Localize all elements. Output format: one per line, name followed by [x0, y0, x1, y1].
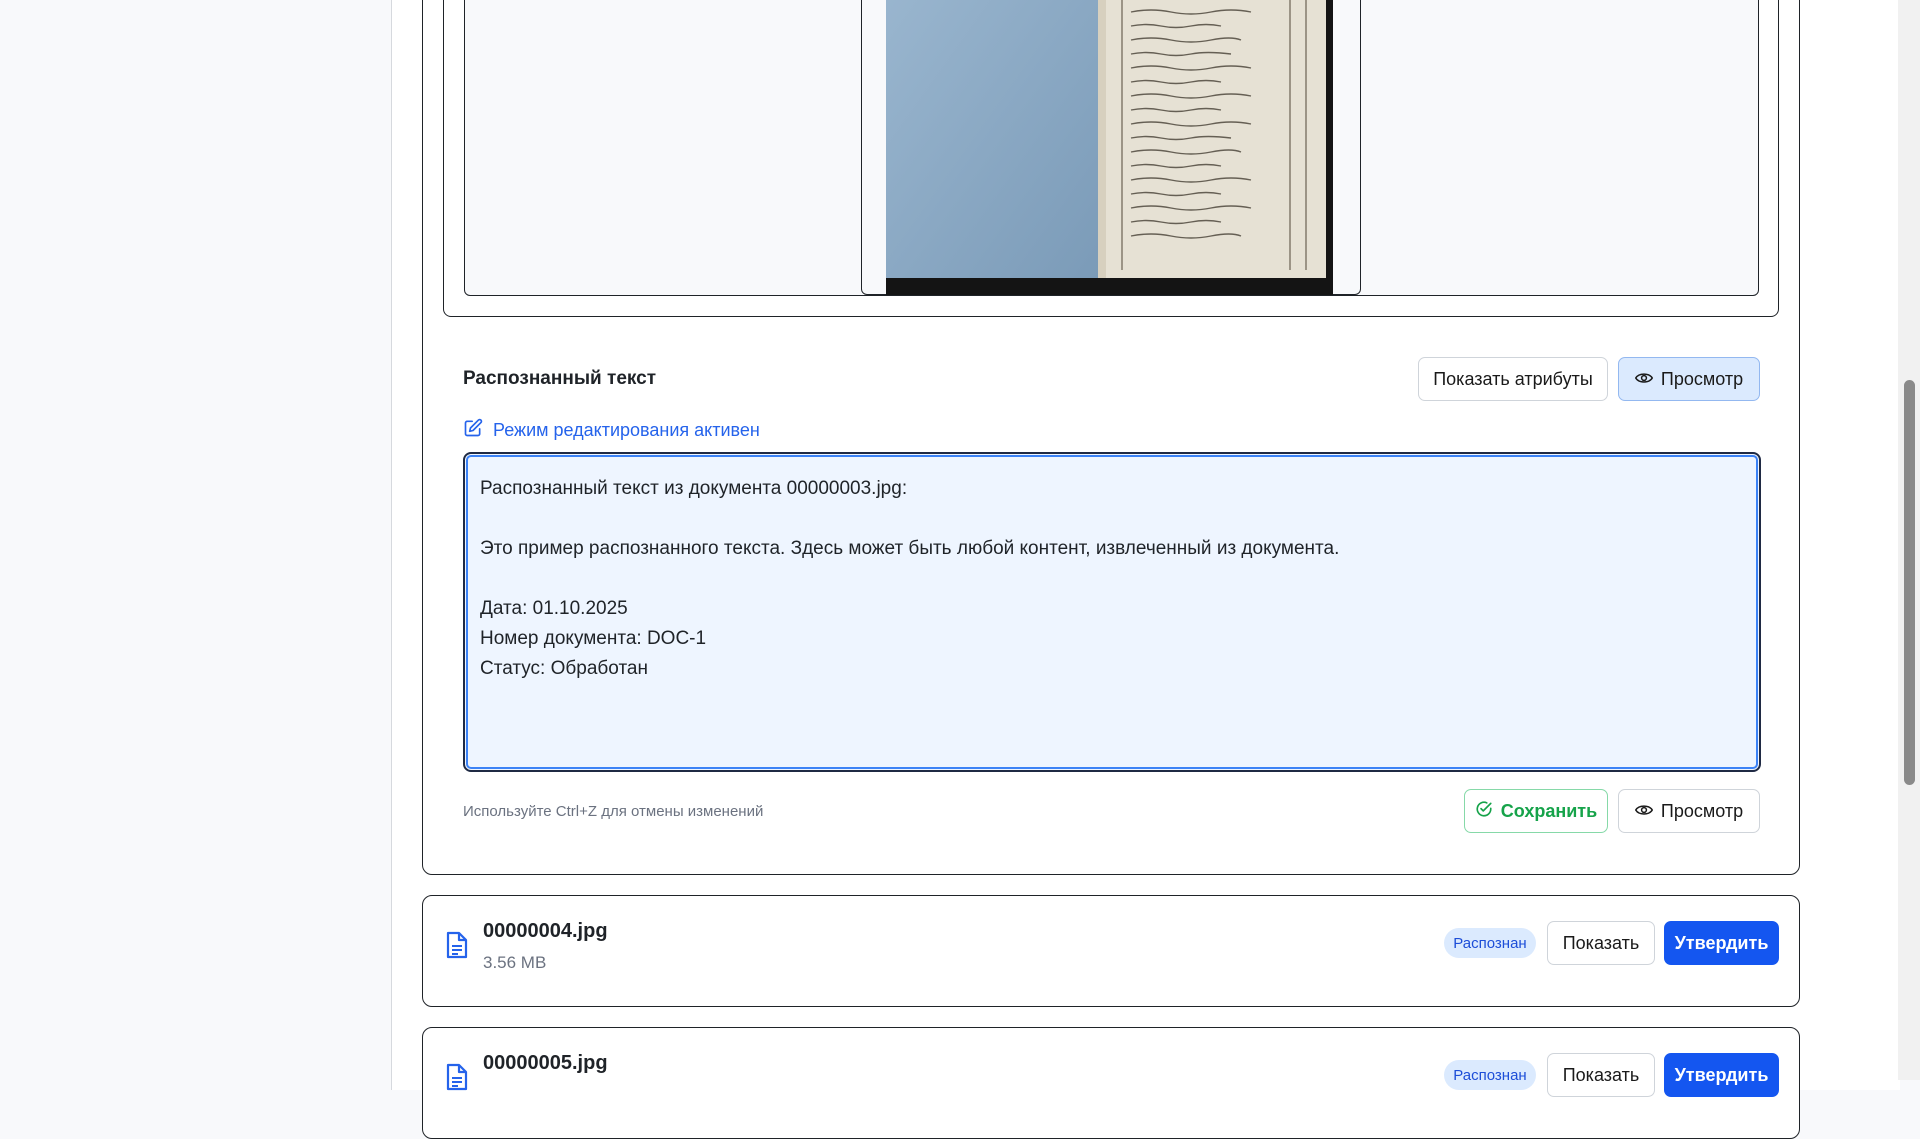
- text-line: Статус: Обработан: [480, 658, 648, 679]
- eye-icon: [1634, 369, 1654, 390]
- recognized-text-title: Распознанный текст: [463, 368, 657, 389]
- eye-icon: [1634, 801, 1654, 822]
- show-attributes-button[interactable]: Показать атрибуты: [1418, 357, 1608, 401]
- show-file-button[interactable]: Показать: [1547, 921, 1655, 965]
- approve-label: Утвердить: [1674, 1064, 1769, 1085]
- save-button[interactable]: Сохранить: [1464, 789, 1608, 833]
- recognized-text-editor[interactable]: Распознанный текст из документа 00000003…: [463, 452, 1761, 772]
- file-card[interactable]: 00000005.jpg Распознан Показать Утвердит…: [422, 1027, 1800, 1139]
- show-file-label: Показать: [1562, 932, 1640, 953]
- file-size: 3.56 MB: [483, 953, 547, 972]
- show-file-label: Показать: [1562, 1064, 1640, 1085]
- undo-hint: Используйте Ctrl+Z для отмены изменений: [463, 803, 764, 820]
- file-card[interactable]: 00000004.jpg 3.56 MB Распознан Показать …: [422, 895, 1800, 1007]
- approve-button[interactable]: Утвердить: [1664, 1053, 1779, 1097]
- edit-mode-indicator: Режим редактирования активен: [463, 418, 760, 443]
- approve-button[interactable]: Утвердить: [1664, 921, 1779, 965]
- text-line: [480, 564, 1744, 594]
- file-name: 00000004.jpg: [483, 920, 608, 942]
- edit-icon: [463, 418, 483, 443]
- scrollbar-thumb[interactable]: [1904, 380, 1915, 785]
- text-line: Номер документа: DOC-1: [480, 628, 707, 649]
- status-badge: Распознан: [1444, 928, 1536, 958]
- approve-label: Утвердить: [1674, 932, 1769, 953]
- view-label: Просмотр: [1660, 800, 1744, 821]
- show-file-button[interactable]: Показать: [1547, 1053, 1655, 1097]
- text-line: Распознанный текст из документа 00000003…: [480, 478, 908, 499]
- text-line: [480, 504, 1744, 534]
- save-label: Сохранить: [1500, 800, 1598, 821]
- file-name: 00000005.jpg: [483, 1052, 608, 1074]
- edit-mode-label: Режим редактирования активен: [493, 420, 760, 440]
- status-badge: Распознан: [1444, 1060, 1536, 1090]
- text-line: Дата: 01.10.2025: [480, 598, 628, 619]
- check-circle-icon: [1475, 800, 1493, 823]
- text-line: Это пример распознанного текста. Здесь м…: [480, 538, 1340, 559]
- file-text-icon: [445, 931, 469, 964]
- view-toggle-button[interactable]: Просмотр: [1618, 357, 1760, 401]
- show-attributes-label: Показать атрибуты: [1433, 368, 1593, 389]
- view-button[interactable]: Просмотр: [1618, 789, 1760, 833]
- view-toggle-label: Просмотр: [1660, 368, 1744, 389]
- document-scan-image[interactable]: [886, 0, 1333, 295]
